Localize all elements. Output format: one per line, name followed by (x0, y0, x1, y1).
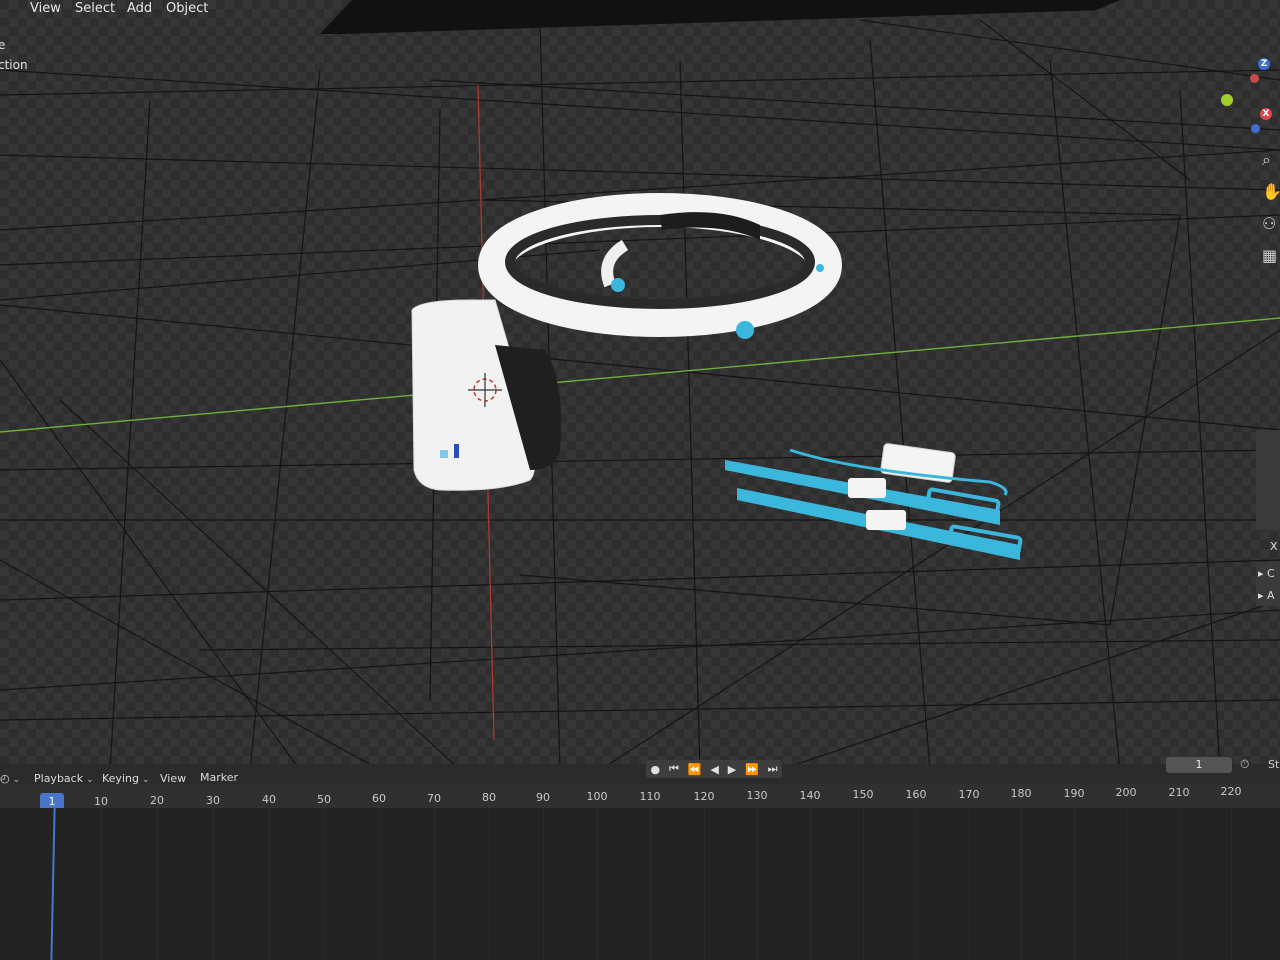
wireframe-lines (0, 19, 1280, 770)
grid-line (543, 808, 544, 960)
tick-label: 160 (905, 788, 927, 801)
tick-label: 190 (1063, 787, 1085, 800)
record-icon[interactable]: ● (650, 763, 660, 776)
tick-label: 80 (482, 791, 496, 804)
tick-label: 90 (536, 791, 550, 804)
timeline-area[interactable] (0, 808, 1280, 960)
3d-viewport[interactable]: View Select Add Object e ction Z X ⌕ ✋ ⚇… (0, 0, 1280, 770)
grid-line (213, 808, 214, 960)
wristbands-model[interactable] (725, 443, 1023, 560)
grid-line (597, 808, 598, 960)
tick-label: 60 (372, 792, 386, 805)
grid-line (1074, 808, 1075, 960)
grid-line (704, 808, 705, 960)
grid-line (1231, 808, 1232, 960)
menu-select[interactable]: Select (75, 1, 115, 16)
tick-label: 210 (1168, 786, 1190, 799)
grid-view-icon[interactable]: ▦ (1262, 246, 1280, 265)
tick-label: 130 (746, 789, 768, 802)
grid-line (810, 808, 811, 960)
grid-line (650, 808, 651, 960)
grid-line (916, 808, 917, 960)
prev-keyframe-icon[interactable]: ⏪ (688, 763, 702, 776)
panel-row-1[interactable]: ▸ C (1258, 567, 1275, 580)
tick-label: 100 (586, 790, 608, 803)
tick-label: 170 (958, 788, 980, 801)
jump-start-icon[interactable]: ⏮ (669, 762, 679, 776)
gizmo-x[interactable]: X (1260, 108, 1272, 120)
viewport-scene (0, 19, 1280, 770)
menu-object[interactable]: Object (166, 1, 208, 16)
cutoff-label-2: ction (0, 58, 28, 72)
grid-line (101, 808, 102, 960)
hand-pan-icon[interactable]: ✋ (1262, 182, 1280, 201)
tick-label: 140 (799, 789, 821, 802)
tick-label: 10 (94, 795, 108, 808)
menu-view[interactable]: View (30, 1, 61, 16)
grid-line (1179, 808, 1180, 960)
current-frame-field[interactable]: 1 (1166, 757, 1232, 773)
tick-label: 150 (852, 788, 874, 801)
next-keyframe-icon[interactable]: ⏩ (745, 763, 759, 776)
tick-label: 110 (639, 790, 661, 803)
tick-label: 30 (206, 794, 220, 807)
cutoff-label-1: e (0, 38, 6, 52)
tick-label: 220 (1220, 785, 1242, 798)
tick-label: 20 (150, 794, 164, 807)
grid-line (757, 808, 758, 960)
grid-line (863, 808, 864, 960)
camera-icon[interactable]: ⚇ (1262, 214, 1280, 233)
gizmo-y[interactable] (1221, 94, 1233, 106)
playback-controls: ● ⏮ ⏪ ◀ ▶ ⏩ ⏭ (646, 760, 782, 778)
panel-row-2[interactable]: ▸ A (1258, 589, 1275, 602)
play-reverse-icon[interactable]: ◀ (710, 763, 718, 776)
panel-x-label: X (1270, 540, 1278, 553)
timeline-ruler[interactable]: 10 20 30 40 50 60 70 80 90 100 110 120 1… (0, 784, 1280, 808)
tick-label: 70 (427, 792, 441, 805)
grid-line (1126, 808, 1127, 960)
menu-marker[interactable]: Marker (200, 771, 238, 784)
gizmo-neg-x[interactable] (1250, 74, 1259, 83)
gizmo-neg-z[interactable] (1251, 124, 1260, 133)
jump-end-icon[interactable]: ⏭ (768, 762, 778, 776)
start-frame-label[interactable]: St (1268, 758, 1279, 771)
grid-line (269, 808, 270, 960)
grid-line (157, 808, 158, 960)
headset-model[interactable] (411, 193, 842, 491)
sidebar-panel (1256, 430, 1280, 530)
play-icon[interactable]: ▶ (728, 763, 736, 776)
grid-line (324, 808, 325, 960)
gizmo-z[interactable]: Z (1258, 58, 1270, 70)
menu-add[interactable]: Add (127, 1, 152, 16)
grid-line (1021, 808, 1022, 960)
tick-label: 120 (693, 790, 715, 803)
stopwatch-icon[interactable]: ⏱ (1240, 757, 1256, 773)
tick-label: 180 (1010, 787, 1032, 800)
grid-line (969, 808, 970, 960)
grid-line (434, 808, 435, 960)
tick-label: 200 (1115, 786, 1137, 799)
viewport-header: View Select Add Object (0, 0, 1280, 20)
grid-line (489, 808, 490, 960)
tick-label: 40 (262, 793, 276, 806)
zoom-icon[interactable]: ⌕ (1262, 150, 1280, 169)
grid-line (379, 808, 380, 960)
tick-label: 50 (317, 793, 331, 806)
